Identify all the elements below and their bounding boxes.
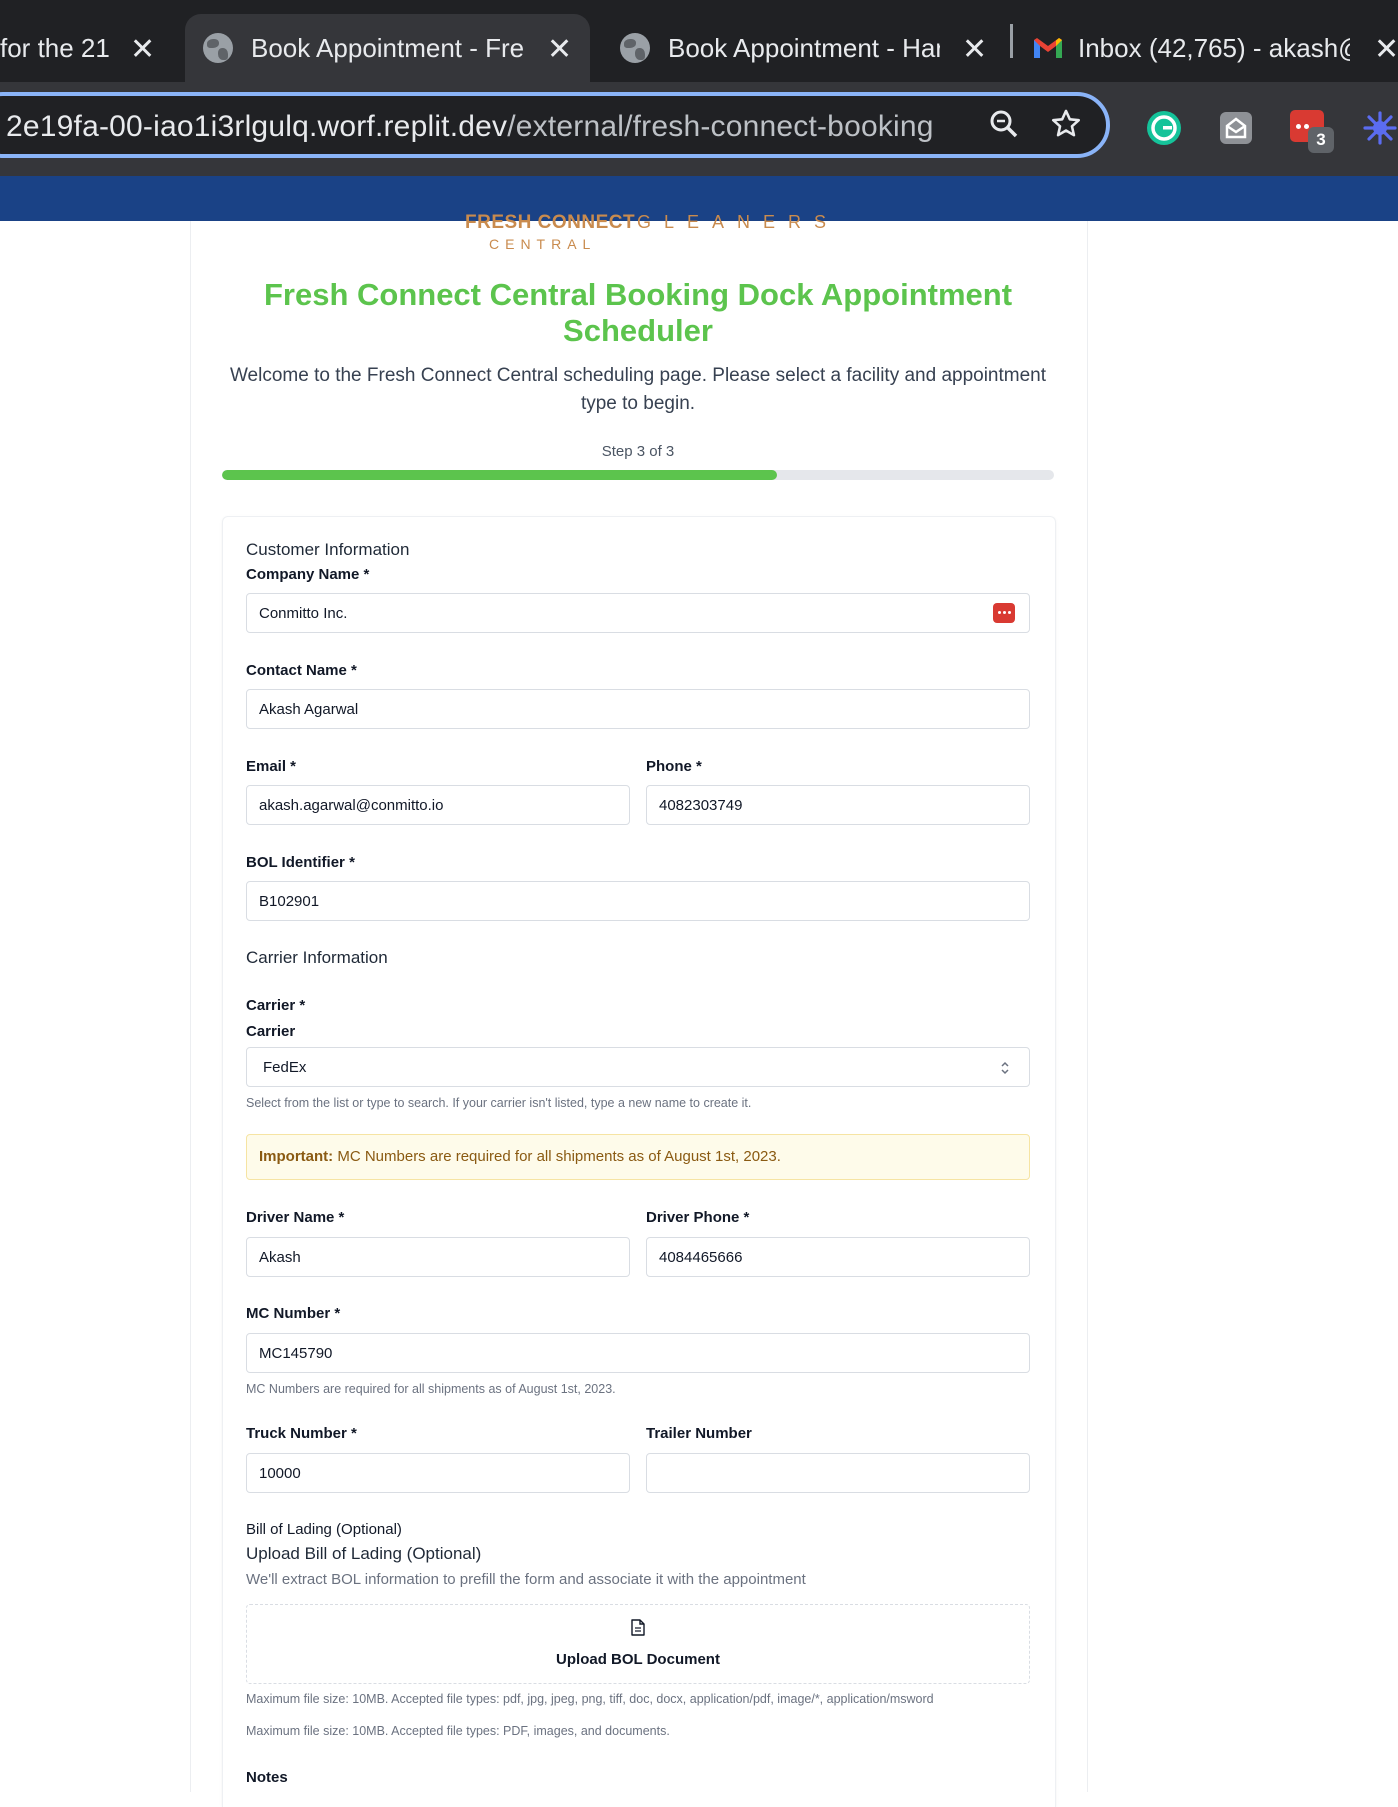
trailer-number-label: Trailer Number — [646, 1425, 752, 1442]
mc-number-alert: Important: MC Numbers are required for a… — [246, 1134, 1030, 1180]
driver-name-label: Driver Name * — [246, 1209, 345, 1226]
bol-upload-title: Upload Bill of Lading (Optional) — [246, 1544, 482, 1563]
driver-phone-input[interactable]: 4084465666 — [646, 1237, 1030, 1277]
tab-title: Inbox (42,765) - akash@ — [1078, 32, 1350, 63]
email-input[interactable]: akash.agarwal@conmitto.io — [246, 785, 630, 825]
carrier-help-text: Select from the list or type to search. … — [246, 1096, 752, 1110]
upload-help-1: Maximum file size: 10MB. Accepted file t… — [246, 1692, 934, 1706]
globe-icon — [620, 33, 650, 63]
bol-upload-dropzone[interactable]: Upload BOL Document — [246, 1604, 1030, 1684]
upload-help-2: Maximum file size: 10MB. Accepted file t… — [246, 1724, 670, 1738]
close-icon[interactable]: ✕ — [547, 32, 572, 67]
document-icon — [631, 1619, 645, 1636]
close-icon[interactable]: ✕ — [130, 32, 155, 67]
phone-value: 4082303749 — [659, 797, 743, 814]
alert-message: MC Numbers are required for all shipment… — [333, 1148, 781, 1165]
url-host: 2e19fa-00-iao1i3rlgulq.worf.replit.dev — [6, 110, 508, 143]
extension-badge: 3 — [1308, 127, 1334, 153]
email-value: akash.agarwal@conmitto.io — [259, 797, 444, 814]
tab-title: Book Appointment - Har — [668, 32, 940, 63]
browser-tab[interactable]: for the 21 ✕ — [0, 14, 185, 82]
page-title: Fresh Connect Central Booking Dock Appoi… — [263, 277, 1013, 348]
carrier-label: Carrier * — [246, 997, 306, 1014]
phone-label: Phone * — [646, 758, 702, 775]
tab-separator — [1010, 24, 1013, 58]
browser-tab[interactable]: Inbox (42,765) - akash@ ✕ — [1032, 14, 1398, 82]
truck-number-label: Truck Number * — [246, 1425, 357, 1442]
grammarly-extension-icon[interactable] — [1146, 110, 1182, 146]
upload-bol-button[interactable]: Upload BOL Document — [247, 1651, 1029, 1668]
zoom-icon[interactable] — [988, 108, 1020, 140]
chevron-up-down-icon — [1001, 1061, 1009, 1075]
address-bar[interactable]: 2e19fa-00-iao1i3rlgulq.worf.replit.dev/e… — [0, 92, 1110, 158]
mc-number-input[interactable]: MC145790 — [246, 1333, 1030, 1373]
contact-name-value: Akash Agarwal — [259, 701, 359, 718]
tab-title: Book Appointment - Fre — [251, 32, 523, 63]
carrier-select[interactable]: FedEx — [246, 1047, 1030, 1087]
truck-number-value: 10000 — [259, 1465, 301, 1482]
contact-name-label: Contact Name * — [246, 662, 357, 679]
bol-identifier-label: BOL Identifier * — [246, 854, 355, 871]
carrier-value: FedEx — [263, 1059, 307, 1076]
close-icon[interactable]: ✕ — [962, 32, 987, 67]
carrier-sublabel: Carrier — [246, 1023, 296, 1040]
mc-number-value: MC145790 — [259, 1345, 333, 1362]
company-name-label: Company Name * — [246, 566, 370, 583]
alert-strong: Important: — [259, 1148, 334, 1165]
bol-identifier-input[interactable]: B102901 — [246, 881, 1030, 921]
welcome-text: Welcome to the Fresh Connect Central sch… — [229, 365, 1047, 414]
alert-text: Important: MC Numbers are required for a… — [259, 1148, 781, 1165]
driver-name-value: Akash — [259, 1249, 301, 1266]
truck-number-input[interactable]: 10000 — [246, 1453, 630, 1493]
customer-section-title: Customer Information — [246, 540, 410, 559]
step-indicator: Step 3 of 3 — [601, 443, 675, 460]
driver-phone-value: 4084465666 — [659, 1249, 743, 1266]
driver-phone-label: Driver Phone * — [646, 1209, 750, 1226]
progress-bar — [222, 470, 1054, 480]
gmail-icon — [1034, 38, 1062, 58]
bol-identifier-value: B102901 — [259, 893, 320, 910]
browser-tab[interactable]: Book Appointment - Har ✕ — [600, 14, 1000, 82]
globe-icon — [203, 33, 233, 63]
logo-central: CENTRAL — [489, 236, 597, 252]
contact-name-input[interactable]: Akash Agarwal — [246, 689, 1030, 729]
browser-tab-active[interactable]: Book Appointment - Fre ✕ — [185, 14, 590, 82]
mc-number-help: MC Numbers are required for all shipment… — [246, 1382, 616, 1396]
bookmark-star-icon[interactable] — [1049, 107, 1083, 141]
logo-gleaners: GLEANERS — [637, 212, 840, 232]
close-icon[interactable]: ✕ — [1374, 32, 1398, 67]
sparkle-extension-icon[interactable] — [1362, 110, 1398, 146]
bol-upload-description: We'll extract BOL information to prefill… — [246, 1571, 806, 1588]
tab-title: for the 21 — [0, 32, 110, 63]
logo-fresh-connect: FRESH CONNECT — [465, 212, 636, 233]
company-name-input[interactable]: Conmitto Inc. — [246, 593, 1030, 633]
notes-label: Notes — [246, 1769, 288, 1786]
browser-toolbar: 2e19fa-00-iao1i3rlgulq.worf.replit.dev/e… — [0, 82, 1398, 176]
password-manager-icon[interactable] — [993, 603, 1015, 623]
bol-upload-small-title: Bill of Lading (Optional) — [246, 1521, 402, 1538]
password-extension-icon[interactable]: 3 — [1290, 110, 1334, 153]
mail-extension-icon[interactable] — [1218, 110, 1254, 146]
driver-name-input[interactable]: Akash — [246, 1237, 630, 1277]
url-text: 2e19fa-00-iao1i3rlgulq.worf.replit.dev/e… — [6, 110, 934, 144]
company-name-value: Conmitto Inc. — [259, 605, 348, 622]
email-label: Email * — [246, 758, 297, 775]
carrier-section-title: Carrier Information — [246, 948, 388, 967]
url-path: /external/fresh-connect-booking — [507, 110, 934, 143]
phone-input[interactable]: 4082303749 — [646, 785, 1030, 825]
progress-fill — [222, 470, 777, 480]
trailer-number-input[interactable] — [646, 1453, 1030, 1493]
mc-number-label: MC Number * — [246, 1305, 341, 1322]
browser-tab-strip: for the 21 ✕ Book Appointment - Fre ✕ Bo… — [0, 0, 1398, 82]
